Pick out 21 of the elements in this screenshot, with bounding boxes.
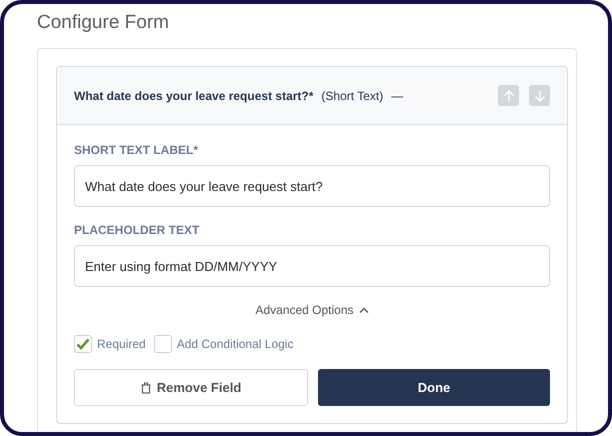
caret-icon [358,307,369,313]
checkbox-label[interactable]: Required [97,337,146,351]
trash-icon [140,382,151,394]
move-down-button[interactable] [529,85,550,106]
input-field[interactable]: Enter using format DD/MM/YYYY [74,245,550,287]
arrow-up-icon [502,90,514,102]
page-title: Configure Form [37,12,170,35]
advanced-options-toggle[interactable]: Advanced Options [255,303,369,317]
done-button[interactable]: Done [318,369,550,406]
remove-field-button[interactable]: Remove Field [74,369,308,406]
collapse-button[interactable]: — [391,88,404,102]
arrow-down-icon [534,90,546,102]
field-question: What date does your leave request start?* [74,88,314,102]
checkbox-label[interactable]: Add Conditional Logic [176,337,294,351]
checkbox[interactable] [74,335,92,353]
field-label: PLACEHOLDER TEXT [74,223,200,237]
input-field[interactable]: What date does your leave request start? [74,165,550,207]
field-label: SHORT TEXT LABEL* [74,143,200,157]
checkbox[interactable] [154,335,172,353]
field-type: (Short Text) [321,88,384,102]
move-up-button[interactable] [498,85,519,106]
